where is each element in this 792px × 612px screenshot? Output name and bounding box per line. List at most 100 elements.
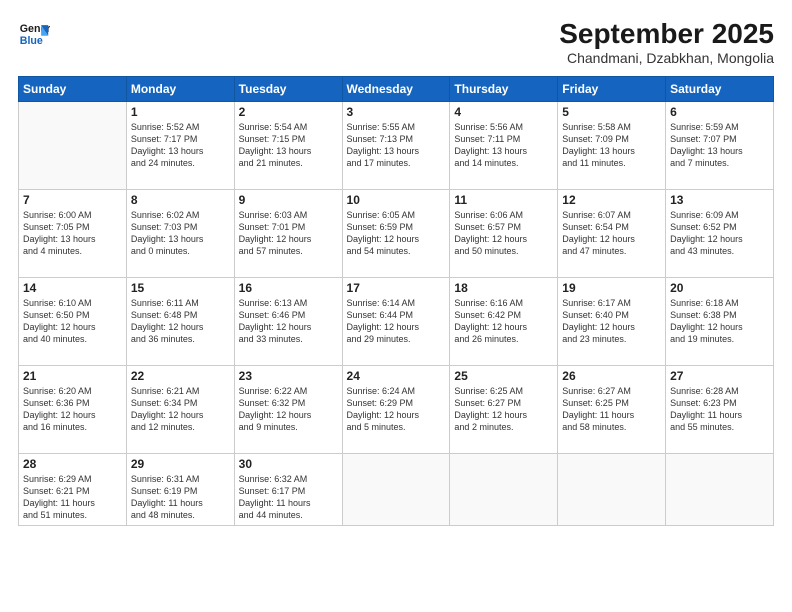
day-info: Sunrise: 5:52 AM Sunset: 7:17 PM Dayligh… bbox=[131, 121, 230, 170]
calendar-cell bbox=[450, 454, 558, 526]
day-number: 11 bbox=[454, 193, 553, 207]
calendar-cell: 13Sunrise: 6:09 AM Sunset: 6:52 PM Dayli… bbox=[666, 190, 774, 278]
day-number: 22 bbox=[131, 369, 230, 383]
day-number: 13 bbox=[670, 193, 769, 207]
day-info: Sunrise: 6:27 AM Sunset: 6:25 PM Dayligh… bbox=[562, 385, 661, 434]
calendar-cell bbox=[19, 102, 127, 190]
calendar-cell: 14Sunrise: 6:10 AM Sunset: 6:50 PM Dayli… bbox=[19, 278, 127, 366]
calendar-cell: 8 Sunrise: 6:02 AM Sunset: 7:03 PM Daylig… bbox=[126, 190, 234, 278]
day-info: Sunrise: 5:56 AM Sunset: 7:11 PM Dayligh… bbox=[454, 121, 553, 170]
calendar-cell: 18 Sunrise: 6:16 AM Sunset: 6:42 PM Dayli… bbox=[450, 278, 558, 366]
day-number: 19 bbox=[562, 281, 661, 295]
weekday-header: Tuesday bbox=[234, 77, 342, 102]
day-number: 28 bbox=[23, 457, 122, 471]
day-number: 27 bbox=[670, 369, 769, 383]
calendar-cell: 21Sunrise: 6:20 AM Sunset: 6:36 PM Dayli… bbox=[19, 366, 127, 454]
calendar-week-row: 7Sunrise: 6:00 AM Sunset: 7:05 PM Daylig… bbox=[19, 190, 774, 278]
day-number: 17 bbox=[347, 281, 446, 295]
day-number: 29 bbox=[131, 457, 230, 471]
location-title: Chandmani, Dzabkhan, Mongolia bbox=[559, 50, 774, 66]
day-info: Sunrise: 6:24 AM Sunset: 6:29 PM Dayligh… bbox=[347, 385, 446, 434]
day-number: 14 bbox=[23, 281, 122, 295]
day-info: Sunrise: 6:32 AM Sunset: 6:17 PM Dayligh… bbox=[239, 473, 338, 522]
calendar-cell: 11 Sunrise: 6:06 AM Sunset: 6:57 PM Dayli… bbox=[450, 190, 558, 278]
calendar-cell: 22 Sunrise: 6:21 AM Sunset: 6:34 PM Dayli… bbox=[126, 366, 234, 454]
calendar-cell: 5 Sunrise: 5:58 AM Sunset: 7:09 PM Daylig… bbox=[558, 102, 666, 190]
page: General Blue September 2025 Chandmani, D… bbox=[0, 0, 792, 612]
day-number: 20 bbox=[670, 281, 769, 295]
weekday-header: Thursday bbox=[450, 77, 558, 102]
day-info: Sunrise: 6:07 AM Sunset: 6:54 PM Dayligh… bbox=[562, 209, 661, 258]
logo: General Blue bbox=[18, 18, 50, 50]
day-number: 4 bbox=[454, 105, 553, 119]
calendar-week-row: 21Sunrise: 6:20 AM Sunset: 6:36 PM Dayli… bbox=[19, 366, 774, 454]
calendar-cell bbox=[666, 454, 774, 526]
day-info: Sunrise: 6:11 AM Sunset: 6:48 PM Dayligh… bbox=[131, 297, 230, 346]
day-info: Sunrise: 5:58 AM Sunset: 7:09 PM Dayligh… bbox=[562, 121, 661, 170]
day-info: Sunrise: 5:54 AM Sunset: 7:15 PM Dayligh… bbox=[239, 121, 338, 170]
day-info: Sunrise: 6:16 AM Sunset: 6:42 PM Dayligh… bbox=[454, 297, 553, 346]
calendar-cell: 28 Sunrise: 6:29 AM Sunset: 6:21 PM Dayli… bbox=[19, 454, 127, 526]
title-section: September 2025 Chandmani, Dzabkhan, Mong… bbox=[559, 18, 774, 66]
weekday-header: Saturday bbox=[666, 77, 774, 102]
weekday-header: Monday bbox=[126, 77, 234, 102]
calendar-cell: 24 Sunrise: 6:24 AM Sunset: 6:29 PM Dayli… bbox=[342, 366, 450, 454]
day-number: 7 bbox=[23, 193, 122, 207]
day-number: 8 bbox=[131, 193, 230, 207]
logo-icon: General Blue bbox=[18, 18, 50, 50]
calendar-cell: 23 Sunrise: 6:22 AM Sunset: 6:32 PM Dayli… bbox=[234, 366, 342, 454]
day-info: Sunrise: 6:03 AM Sunset: 7:01 PM Dayligh… bbox=[239, 209, 338, 258]
month-title: September 2025 bbox=[559, 18, 774, 50]
day-number: 10 bbox=[347, 193, 446, 207]
day-info: Sunrise: 6:31 AM Sunset: 6:19 PM Dayligh… bbox=[131, 473, 230, 522]
calendar-cell: 30 Sunrise: 6:32 AM Sunset: 6:17 PM Dayli… bbox=[234, 454, 342, 526]
day-info: Sunrise: 6:22 AM Sunset: 6:32 PM Dayligh… bbox=[239, 385, 338, 434]
calendar-cell bbox=[342, 454, 450, 526]
calendar-week-row: 14Sunrise: 6:10 AM Sunset: 6:50 PM Dayli… bbox=[19, 278, 774, 366]
day-info: Sunrise: 6:21 AM Sunset: 6:34 PM Dayligh… bbox=[131, 385, 230, 434]
day-info: Sunrise: 6:29 AM Sunset: 6:21 PM Dayligh… bbox=[23, 473, 122, 522]
day-number: 18 bbox=[454, 281, 553, 295]
calendar-cell: 12 Sunrise: 6:07 AM Sunset: 6:54 PM Dayli… bbox=[558, 190, 666, 278]
calendar-cell: 9 Sunrise: 6:03 AM Sunset: 7:01 PM Daylig… bbox=[234, 190, 342, 278]
calendar-cell: 20 Sunrise: 6:18 AM Sunset: 6:38 PM Dayli… bbox=[666, 278, 774, 366]
day-info: Sunrise: 6:06 AM Sunset: 6:57 PM Dayligh… bbox=[454, 209, 553, 258]
day-info: Sunrise: 6:14 AM Sunset: 6:44 PM Dayligh… bbox=[347, 297, 446, 346]
day-number: 9 bbox=[239, 193, 338, 207]
calendar-cell: 10 Sunrise: 6:05 AM Sunset: 6:59 PM Dayli… bbox=[342, 190, 450, 278]
day-info: Sunrise: 5:59 AM Sunset: 7:07 PM Dayligh… bbox=[670, 121, 769, 170]
day-number: 26 bbox=[562, 369, 661, 383]
calendar-cell bbox=[558, 454, 666, 526]
calendar-cell: 29 Sunrise: 6:31 AM Sunset: 6:19 PM Dayli… bbox=[126, 454, 234, 526]
calendar-cell: 27 Sunrise: 6:28 AM Sunset: 6:23 PM Dayli… bbox=[666, 366, 774, 454]
day-number: 30 bbox=[239, 457, 338, 471]
calendar: SundayMondayTuesdayWednesdayThursdayFrid… bbox=[18, 76, 774, 526]
calendar-week-row: 1 Sunrise: 5:52 AM Sunset: 7:17 PM Daylig… bbox=[19, 102, 774, 190]
day-number: 5 bbox=[562, 105, 661, 119]
day-info: Sunrise: 6:28 AM Sunset: 6:23 PM Dayligh… bbox=[670, 385, 769, 434]
day-number: 15 bbox=[131, 281, 230, 295]
day-info: Sunrise: 6:20 AM Sunset: 6:36 PM Dayligh… bbox=[23, 385, 122, 434]
day-info: Sunrise: 6:05 AM Sunset: 6:59 PM Dayligh… bbox=[347, 209, 446, 258]
weekday-header: Friday bbox=[558, 77, 666, 102]
calendar-cell: 4 Sunrise: 5:56 AM Sunset: 7:11 PM Daylig… bbox=[450, 102, 558, 190]
day-info: Sunrise: 5:55 AM Sunset: 7:13 PM Dayligh… bbox=[347, 121, 446, 170]
header: General Blue September 2025 Chandmani, D… bbox=[18, 18, 774, 66]
day-info: Sunrise: 6:17 AM Sunset: 6:40 PM Dayligh… bbox=[562, 297, 661, 346]
svg-text:Blue: Blue bbox=[20, 35, 43, 47]
day-info: Sunrise: 6:02 AM Sunset: 7:03 PM Dayligh… bbox=[131, 209, 230, 258]
day-number: 12 bbox=[562, 193, 661, 207]
calendar-cell: 7Sunrise: 6:00 AM Sunset: 7:05 PM Daylig… bbox=[19, 190, 127, 278]
calendar-cell: 3Sunrise: 5:55 AM Sunset: 7:13 PM Daylig… bbox=[342, 102, 450, 190]
calendar-cell: 6Sunrise: 5:59 AM Sunset: 7:07 PM Daylig… bbox=[666, 102, 774, 190]
day-number: 1 bbox=[131, 105, 230, 119]
day-number: 24 bbox=[347, 369, 446, 383]
weekday-header: Sunday bbox=[19, 77, 127, 102]
weekday-header-row: SundayMondayTuesdayWednesdayThursdayFrid… bbox=[19, 77, 774, 102]
day-number: 25 bbox=[454, 369, 553, 383]
calendar-cell: 17 Sunrise: 6:14 AM Sunset: 6:44 PM Dayli… bbox=[342, 278, 450, 366]
day-info: Sunrise: 6:18 AM Sunset: 6:38 PM Dayligh… bbox=[670, 297, 769, 346]
calendar-cell: 16Sunrise: 6:13 AM Sunset: 6:46 PM Dayli… bbox=[234, 278, 342, 366]
day-info: Sunrise: 6:25 AM Sunset: 6:27 PM Dayligh… bbox=[454, 385, 553, 434]
day-number: 23 bbox=[239, 369, 338, 383]
